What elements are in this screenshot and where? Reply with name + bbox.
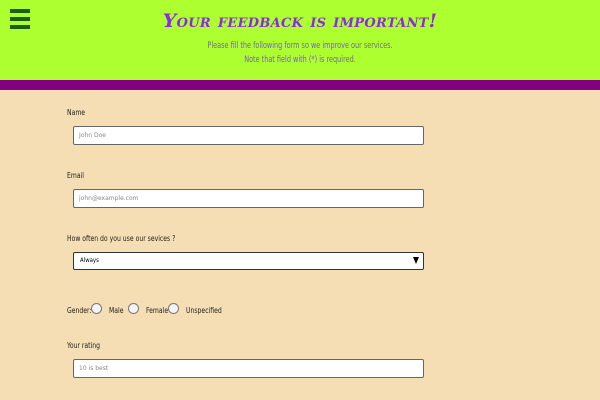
gender-option-male-label: Male	[109, 306, 124, 315]
header: Your feedback is important! Please fill …	[0, 0, 600, 80]
frequency-select[interactable]: Always	[73, 252, 424, 270]
email-label: Email	[67, 171, 84, 180]
frequency-select-value: Always	[80, 257, 99, 264]
email-input[interactable]: john@example.com	[73, 189, 424, 208]
page-title: Your feedback is important!	[162, 10, 438, 32]
gender-radio-unspecified[interactable]	[168, 303, 179, 314]
rating-input[interactable]: 10 is best	[73, 359, 424, 378]
gender-label: Gender:	[67, 306, 92, 315]
subtitle-line-2: Note that field with (*) is required.	[244, 55, 356, 65]
name-label: Name	[67, 108, 86, 117]
dropdown-arrow-icon	[413, 257, 419, 264]
accent-bar	[0, 80, 600, 90]
frequency-label: How often do you use our sevices ?	[67, 234, 176, 243]
rating-label: Your rating	[67, 341, 101, 350]
gender-radio-male[interactable]	[91, 303, 102, 314]
gender-option-unspecified-label: Unspecified	[186, 306, 222, 315]
subtitle-line-1: Please fill the following form so we imp…	[207, 41, 393, 51]
gender-option-female-label: Female	[146, 306, 169, 315]
gender-radio-female[interactable]	[128, 303, 139, 314]
name-input[interactable]: John Doe	[73, 126, 424, 145]
